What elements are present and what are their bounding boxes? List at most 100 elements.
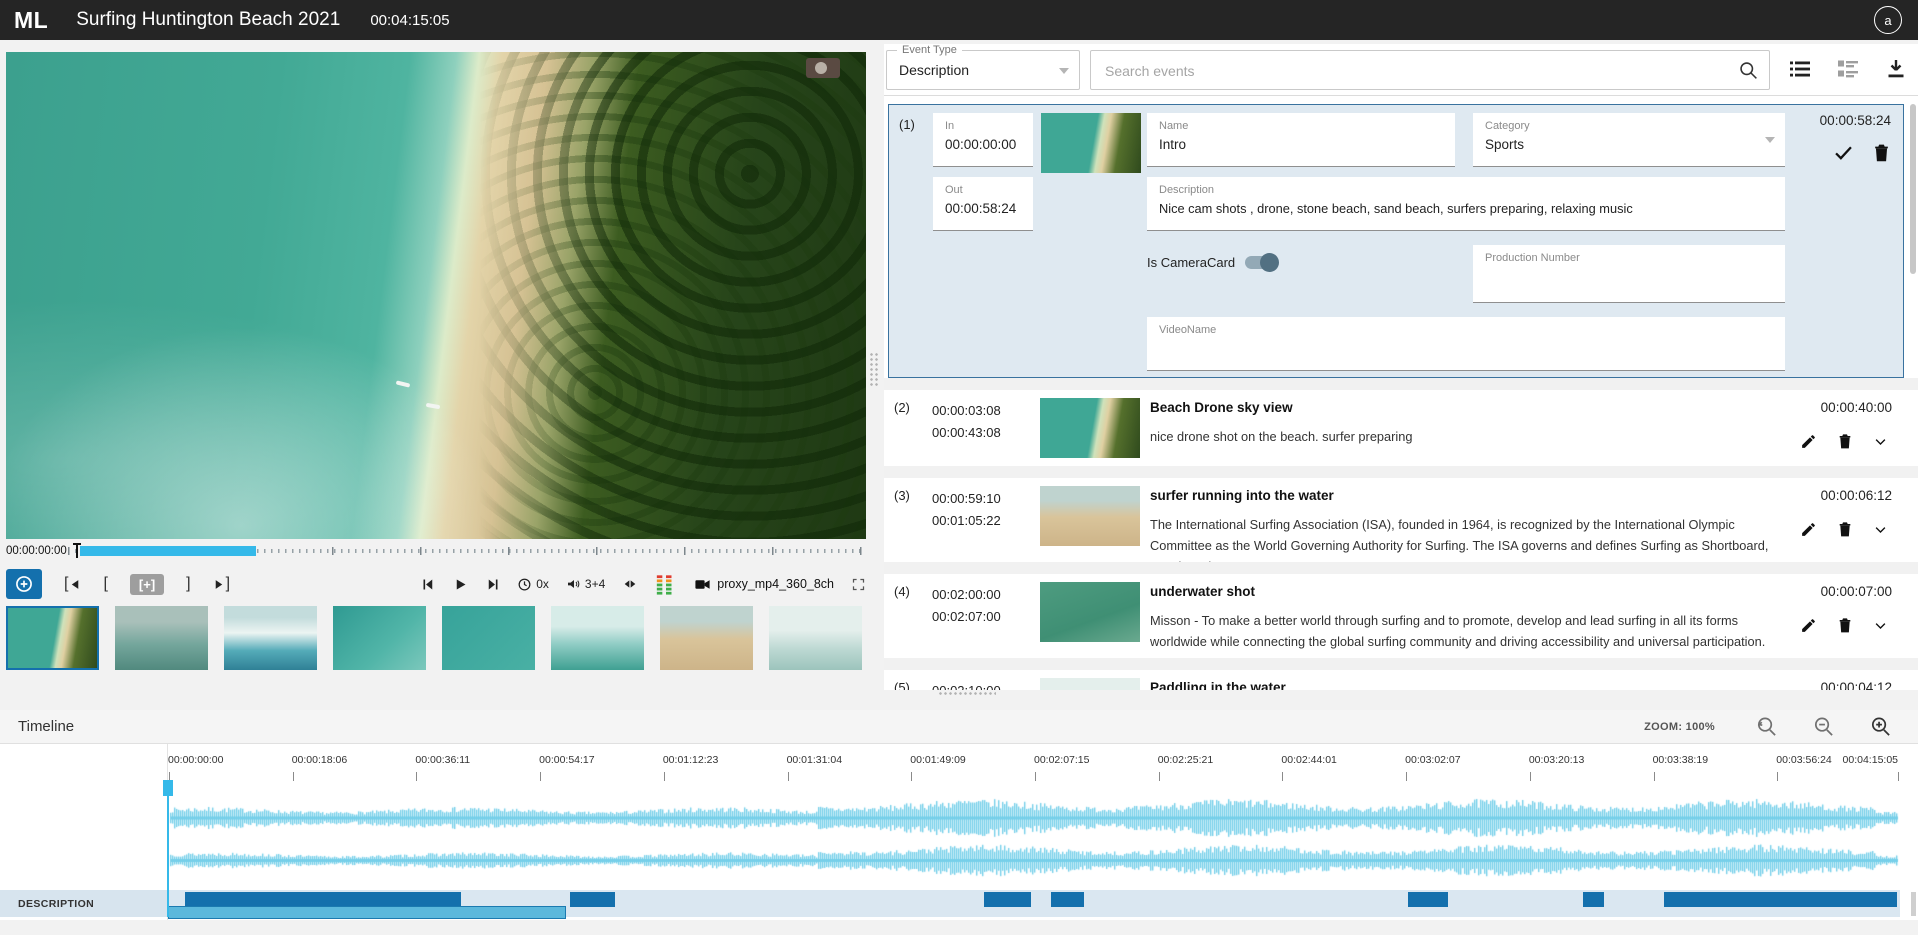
- timeline-playhead-handle[interactable]: [163, 780, 173, 796]
- speaker-icon: [566, 576, 582, 592]
- in-timecode-field[interactable]: In 00:00:00:00: [933, 113, 1033, 167]
- mark-out-button[interactable]: ]: [186, 575, 190, 593]
- ruler-label: 00:00:54:17: [539, 754, 594, 766]
- add-event-button[interactable]: [6, 569, 42, 599]
- search-icon[interactable]: [1738, 60, 1759, 81]
- description-track[interactable]: [168, 890, 1900, 917]
- event-card-expanded[interactable]: (1) In 00:00:00:00 Out 00:00:58:24 Name …: [888, 104, 1904, 378]
- event-list-scrollbar[interactable]: [1910, 104, 1916, 274]
- timeline-segment[interactable]: [1051, 892, 1084, 907]
- ruler-label: 00:03:56:24: [1776, 754, 1831, 766]
- filmstrip: [6, 606, 866, 672]
- camera-card-label: Is CameraCard: [1147, 255, 1235, 270]
- delete-icon[interactable]: [1837, 520, 1853, 538]
- zoom-reset-icon[interactable]: [1755, 715, 1778, 738]
- zoom-out-icon[interactable]: [1812, 715, 1835, 738]
- filmstrip-thumbnail[interactable]: [442, 606, 535, 670]
- event-thumbnail[interactable]: [1040, 486, 1140, 546]
- delete-icon[interactable]: [1872, 142, 1891, 163]
- timeline-segment[interactable]: [984, 892, 1031, 907]
- filmstrip-thumbnail[interactable]: [551, 606, 644, 670]
- description-field[interactable]: Description Nice cam shots , drone, ston…: [1147, 177, 1785, 231]
- audio-channel-control[interactable]: 3+4: [566, 576, 605, 592]
- previous-frame-icon[interactable]: [421, 577, 436, 592]
- event-thumbnail[interactable]: [1040, 398, 1140, 458]
- event-thumbnail[interactable]: [1040, 678, 1140, 690]
- edit-icon[interactable]: [1800, 521, 1817, 538]
- row-separator: [884, 658, 1918, 670]
- expand-chevron-icon[interactable]: [1873, 618, 1888, 633]
- event-type-select[interactable]: Event Type Description: [886, 50, 1080, 90]
- category-select[interactable]: Category Sports: [1473, 113, 1785, 167]
- timeline-content[interactable]: 00:00:00:0000:00:18:0600:00:36:1100:00:5…: [168, 744, 1900, 935]
- speed-control[interactable]: 0x: [517, 577, 549, 592]
- shuttle-icon[interactable]: [622, 576, 638, 592]
- timeline-ruler[interactable]: 00:00:00:0000:00:18:0600:00:36:1100:00:5…: [168, 748, 1900, 786]
- jump-to-out-button[interactable]: ]: [213, 575, 230, 593]
- expand-chevron-icon[interactable]: [1873, 522, 1888, 537]
- event-thumbnail[interactable]: [1040, 582, 1140, 642]
- camera-card-toggle[interactable]: [1245, 256, 1277, 269]
- player-scrubber[interactable]: [68, 546, 866, 556]
- event-row[interactable]: (3) 00:00:59:1000:01:05:22 surfer runnin…: [888, 478, 1904, 562]
- filmstrip-thumbnail[interactable]: [769, 606, 862, 670]
- video-viewport[interactable]: [6, 52, 866, 539]
- event-out: 00:01:05:22: [932, 510, 1001, 532]
- name-field[interactable]: Name Intro: [1147, 113, 1455, 167]
- waveform-channel-2[interactable]: [168, 843, 1900, 878]
- search-input[interactable]: [1103, 53, 1707, 89]
- camera-card-row: Is CameraCard: [1147, 255, 1277, 270]
- event-row[interactable]: (2) 00:00:03:0800:00:43:08 Beach Drone s…: [888, 390, 1904, 466]
- add-subclip-button[interactable]: [+]: [130, 574, 164, 595]
- out-timecode-field[interactable]: Out 00:00:58:24: [933, 177, 1033, 231]
- filmstrip-thumbnail[interactable]: [660, 606, 753, 670]
- detailed-view-icon[interactable]: [1836, 57, 1860, 81]
- event-description: nice drone shot on the beach. surfer pre…: [1150, 426, 1788, 447]
- edit-icon[interactable]: [1800, 617, 1817, 634]
- list-view-icon[interactable]: [1788, 57, 1812, 81]
- ruler-label: 00:03:38:19: [1653, 754, 1708, 766]
- fullscreen-icon[interactable]: [851, 577, 866, 592]
- ruler-label: 00:03:02:07: [1405, 754, 1460, 766]
- download-icon[interactable]: [1884, 57, 1908, 81]
- delete-icon[interactable]: [1837, 432, 1853, 450]
- timeline-segment-selected[interactable]: [168, 906, 566, 919]
- timeline-segment[interactable]: [1664, 892, 1896, 907]
- event-row[interactable]: (4) 00:02:00:0000:02:07:00 underwater sh…: [888, 574, 1904, 658]
- proxy-selector[interactable]: proxy_mp4_360_8ch: [694, 577, 834, 592]
- waveform-channel-1[interactable]: [168, 797, 1900, 839]
- timeline-zoom-label: ZOOM: 100%: [1644, 721, 1715, 733]
- timeline-segment[interactable]: [570, 892, 615, 907]
- user-avatar[interactable]: a: [1874, 6, 1902, 34]
- filmstrip-thumbnail[interactable]: [224, 606, 317, 670]
- ruler-tick: [1898, 772, 1899, 781]
- timeline-scrollbar[interactable]: [1911, 892, 1916, 916]
- event-row-clipped[interactable]: (5) 00:02:10:00 Paddling in the water 00…: [888, 670, 1904, 690]
- delete-icon[interactable]: [1837, 616, 1853, 634]
- expand-chevron-icon[interactable]: [1873, 434, 1888, 449]
- event-thumbnail[interactable]: [1041, 113, 1141, 173]
- timeline-bottom-strip: [0, 920, 1918, 935]
- production-number-field[interactable]: Production Number: [1473, 245, 1785, 303]
- play-icon[interactable]: [453, 577, 468, 592]
- timeline-segment[interactable]: [185, 892, 460, 907]
- ruler-tick: [1777, 772, 1778, 781]
- scrubber-playhead[interactable]: [76, 543, 78, 558]
- edit-icon[interactable]: [1800, 433, 1817, 450]
- ruler-tick: [540, 772, 541, 781]
- timeline-segment[interactable]: [1583, 892, 1604, 907]
- next-frame-icon[interactable]: [485, 577, 500, 592]
- filmstrip-thumbnail[interactable]: [115, 606, 208, 670]
- panel-resize-handle-vertical[interactable]: [869, 352, 879, 386]
- jump-to-in-button[interactable]: [: [64, 575, 81, 593]
- confirm-icon[interactable]: [1833, 142, 1854, 163]
- zoom-in-icon[interactable]: [1869, 715, 1892, 738]
- timeline-segment[interactable]: [1408, 892, 1448, 907]
- speed-value: 0x: [536, 577, 549, 591]
- filmstrip-thumbnail[interactable]: [333, 606, 426, 670]
- audio-meter-icon[interactable]: [655, 574, 677, 595]
- player-timecode: 00:00:00:00: [6, 545, 68, 557]
- mark-in-button[interactable]: [: [103, 575, 107, 593]
- video-name-field[interactable]: VideoName: [1147, 317, 1785, 371]
- filmstrip-thumbnail[interactable]: [6, 606, 99, 670]
